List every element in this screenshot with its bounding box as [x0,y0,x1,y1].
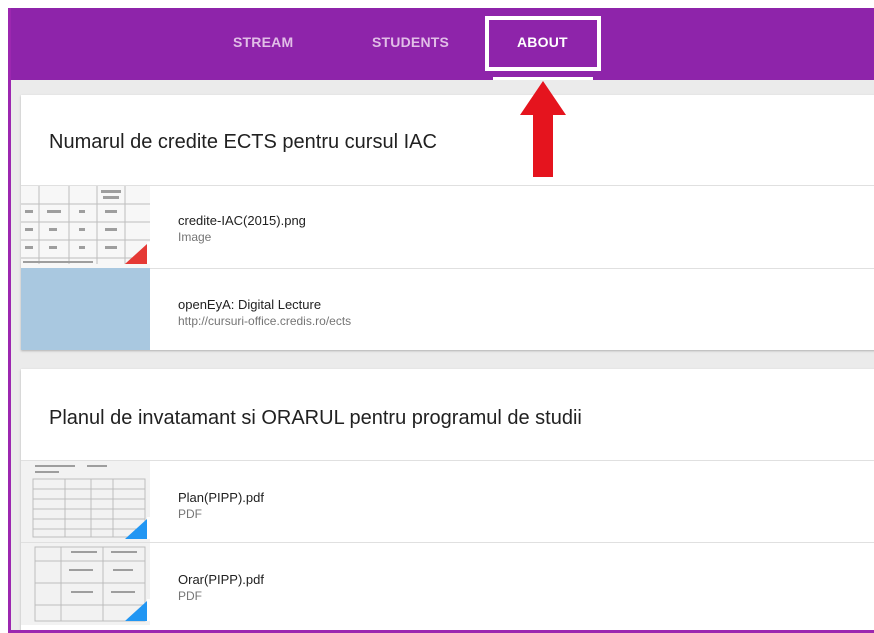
attachment-row-pdf[interactable]: Plan(PIPP).pdf PDF [21,461,874,543]
top-navigation-bar: STREAM STUDENTS ABOUT [11,8,874,80]
attachment-row-image[interactable]: credite-IAC(2015).png Image [21,186,874,268]
attachment-name[interactable]: Orar(PIPP).pdf [178,572,264,587]
section-title: Numarul de credite ECTS pentru cursul IA… [49,131,437,153]
attachment-type: PDF [178,507,202,521]
attachment-type: Image [178,230,212,244]
tab-students[interactable]: STUDENTS [372,34,449,50]
section-title: Planul de invatamant si ORARUL pentru pr… [49,407,582,429]
pdf-thumbnail-icon [21,543,150,625]
about-highlight-box [485,16,601,71]
attachment-row-link[interactable]: openEyA: Digital Lecture http://cursuri-… [21,268,874,350]
attachment-url: http://cursuri-office.credis.ro/ects [178,314,352,328]
link-thumbnail-icon [21,268,150,350]
attachment-name[interactable]: credite-IAC(2015).png [178,213,306,228]
red-arrow-icon [520,81,566,177]
attachment-name[interactable]: Plan(PIPP).pdf [178,490,264,505]
attachment-name[interactable]: openEyA: Digital Lecture [178,297,321,312]
active-tab-indicator [493,77,593,80]
attachment-row-pdf[interactable]: Orar(PIPP).pdf PDF [21,543,874,625]
pdf-thumbnail-icon [21,461,150,543]
spreadsheet-thumbnail-icon [21,186,150,268]
section-card-ects: Numarul de credite ECTS pentru cursul IA… [21,95,874,350]
tab-stream[interactable]: STREAM [233,34,293,50]
classroom-frame: STREAM STUDENTS ABOUT Numarul de credite… [8,8,874,633]
section-card-plan: Planul de invatamant si ORARUL pentru pr… [21,369,874,630]
attachment-type: PDF [178,589,202,603]
